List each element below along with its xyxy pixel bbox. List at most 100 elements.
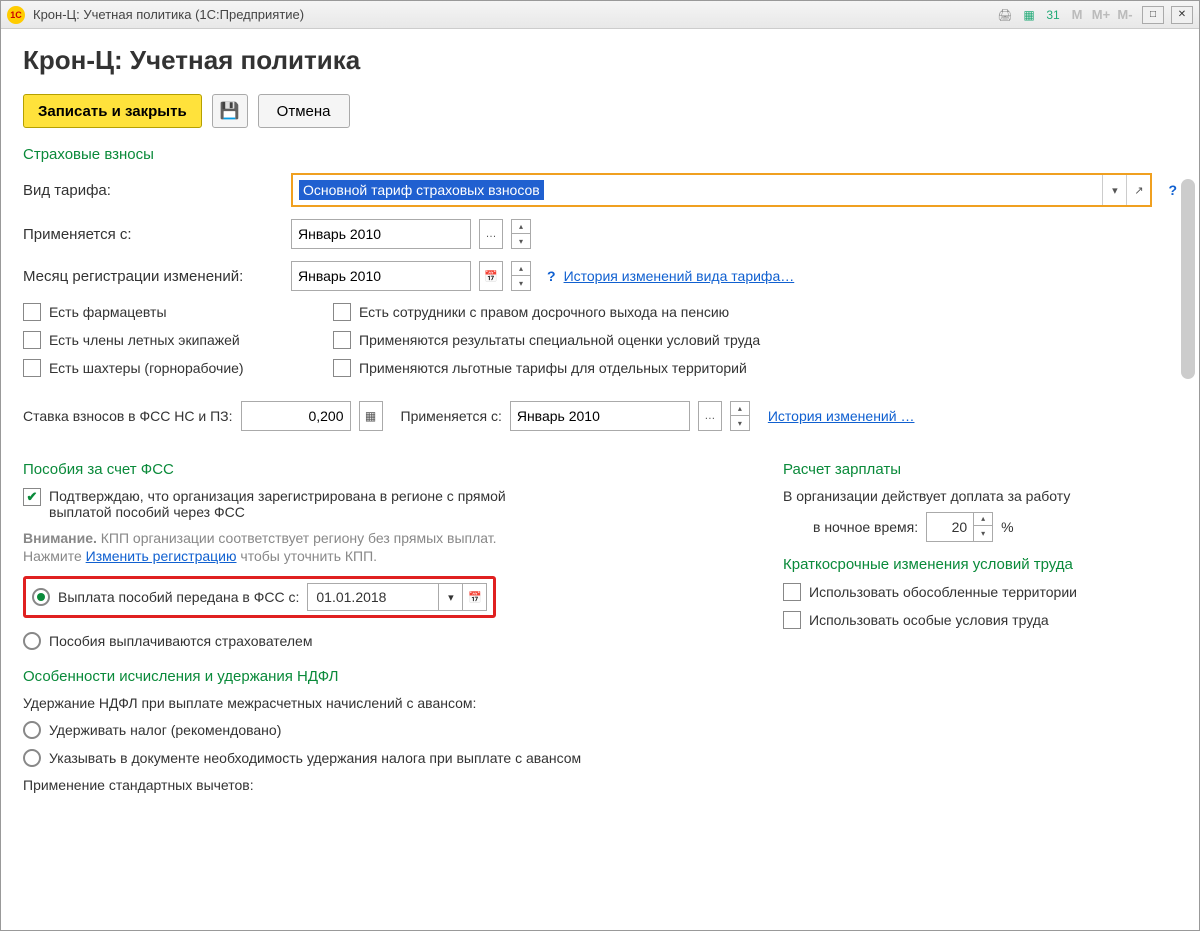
- m-icon[interactable]: M: [1067, 5, 1087, 25]
- warning-line2: Нажмите Изменить регистрацию чтобы уточн…: [23, 548, 743, 564]
- spin-down-icon[interactable]: ▾: [974, 526, 992, 540]
- spin-up-icon[interactable]: ▴: [512, 220, 530, 234]
- cb-miners-label: Есть шахтеры (горнорабочие): [49, 360, 244, 376]
- tariff-dropdown-icon[interactable]: ▾: [1102, 175, 1126, 205]
- cb-flight[interactable]: [23, 331, 41, 349]
- fss-rate-label: Ставка взносов в ФСС НС и ПЗ:: [23, 408, 233, 424]
- window-title: Крон-Ц: Учетная политика (1С:Предприятие…: [33, 7, 995, 22]
- tariff-label: Вид тарифа:: [23, 182, 283, 199]
- calculator-icon[interactable]: ▦: [1019, 5, 1039, 25]
- save-button[interactable]: 💾: [212, 94, 248, 128]
- toolbar: Записать и закрыть 💾 Отмена: [23, 94, 1177, 128]
- ndfl-deductions-label: Применение стандартных вычетов:: [23, 777, 743, 793]
- section-fss: Пособия за счет ФСС: [23, 461, 743, 478]
- change-registration-link[interactable]: Изменить регистрацию: [86, 548, 237, 564]
- tariff-help-icon[interactable]: ?: [1168, 182, 1177, 198]
- cb-spec-cond-label: Использовать особые условия труда: [809, 612, 1049, 628]
- app-window: 1C Крон-Ц: Учетная политика (1С:Предприя…: [0, 0, 1200, 931]
- radio-insurer-label: Пособия выплачиваются страхователем: [49, 633, 312, 649]
- reg-month-calendar-icon[interactable]: 📅: [479, 261, 503, 291]
- night-suffix: %: [1001, 519, 1013, 535]
- save-close-button[interactable]: Записать и закрыть: [23, 94, 202, 128]
- calendar-icon[interactable]: 31: [1043, 5, 1063, 25]
- fss-date-calendar-icon[interactable]: 📅: [462, 584, 486, 610]
- fss-applies-label: Применяется с:: [401, 408, 502, 424]
- fss-applies-ellipsis[interactable]: …: [698, 401, 722, 431]
- cb-sep-terr-label: Использовать обособленные территории: [809, 584, 1077, 600]
- section-short-term: Краткосрочные изменения условий труда: [783, 556, 1163, 573]
- applies-from-ellipsis[interactable]: …: [479, 219, 503, 249]
- ndfl-subtitle: Удержание НДФЛ при выплате межрасчетных …: [23, 695, 743, 711]
- cb-terr[interactable]: [333, 359, 351, 377]
- tariff-value: Основной тариф страховых взносов: [299, 180, 544, 200]
- cb-pharma-label: Есть фармацевты: [49, 304, 167, 320]
- fss-date-dropdown-icon[interactable]: ▾: [438, 584, 462, 610]
- content-area: Крон-Ц: Учетная политика Записать и закр…: [1, 29, 1199, 930]
- tariff-select[interactable]: Основной тариф страховых взносов ▾ ↗: [291, 173, 1152, 207]
- titlebar: 1C Крон-Ц: Учетная политика (1С:Предприя…: [1, 1, 1199, 29]
- m-minus-icon[interactable]: M-: [1115, 5, 1135, 25]
- cb-sep-terr[interactable]: [783, 583, 801, 601]
- radio-insurer[interactable]: [23, 632, 41, 650]
- maximize-button[interactable]: □: [1142, 6, 1164, 24]
- cb-flight-label: Есть члены летных экипажей: [49, 332, 240, 348]
- night-text2: в ночное время:: [813, 519, 918, 535]
- radio-ndfl-doc-label: Указывать в документе необходимость удер…: [49, 750, 581, 766]
- cb-pension-label: Есть сотрудники с правом досрочного выхо…: [359, 304, 729, 320]
- section-salary: Расчет зарплаты: [783, 461, 1163, 478]
- night-value: 20: [927, 519, 973, 535]
- fss-history-link[interactable]: История изменений …: [768, 408, 915, 424]
- applies-from-label: Применяется с:: [23, 226, 283, 243]
- cb-spec-label: Применяются результаты специальной оценк…: [359, 332, 760, 348]
- night-text1: В организации действует доплата за работ…: [783, 488, 1163, 504]
- fss-applies-spinner[interactable]: ▴▾: [730, 401, 750, 431]
- spin-up-icon[interactable]: ▴: [731, 402, 749, 416]
- applies-from-input[interactable]: [291, 219, 471, 249]
- cb-confirm[interactable]: ✔: [23, 488, 41, 506]
- fss-applies-input[interactable]: [510, 401, 690, 431]
- warning-line1: Внимание. КПП организации соответствует …: [23, 530, 743, 546]
- app-logo-icon: 1C: [7, 6, 25, 24]
- page-title: Крон-Ц: Учетная политика: [23, 45, 1177, 76]
- tariff-history-link[interactable]: История изменений вида тарифа…: [564, 268, 795, 284]
- fss-rate-input[interactable]: [241, 401, 351, 431]
- scrollbar[interactable]: [1181, 179, 1195, 920]
- radio-ndfl-rec[interactable]: [23, 721, 41, 739]
- night-value-input[interactable]: 20 ▴▾: [926, 512, 993, 542]
- radio-ndfl-rec-label: Удерживать налог (рекомендовано): [49, 722, 281, 738]
- cb-spec[interactable]: [333, 331, 351, 349]
- spin-down-icon[interactable]: ▾: [731, 416, 749, 430]
- reg-month-label: Месяц регистрации изменений:: [23, 268, 283, 285]
- floppy-icon: 💾: [220, 101, 240, 121]
- fss-date-input[interactable]: 01.01.2018 ▾ 📅: [307, 583, 487, 611]
- fss-transfer-highlight: Выплата пособий передана в ФСС с: 01.01.…: [23, 576, 496, 618]
- applies-from-spinner[interactable]: ▴▾: [511, 219, 531, 249]
- section-ndfl: Особенности исчисления и удержания НДФЛ: [23, 668, 743, 685]
- radio-fss-label: Выплата пособий передана в ФСС с:: [58, 589, 299, 605]
- warning-bold: Внимание.: [23, 530, 97, 546]
- tariff-open-icon[interactable]: ↗: [1126, 175, 1150, 205]
- cb-terr-label: Применяются льготные тарифы для отдельны…: [359, 360, 747, 376]
- fss-rate-calc-icon[interactable]: ▦: [359, 401, 383, 431]
- cb-confirm-label: Подтверждаю, что организация зарегистрир…: [49, 488, 569, 520]
- cb-pharma[interactable]: [23, 303, 41, 321]
- print-icon[interactable]: 🖨: [995, 5, 1015, 25]
- spin-up-icon[interactable]: ▴: [512, 262, 530, 276]
- radio-ndfl-doc[interactable]: [23, 749, 41, 767]
- cb-miners[interactable]: [23, 359, 41, 377]
- section-insurance: Страховые взносы: [23, 146, 1177, 163]
- cb-pension[interactable]: [333, 303, 351, 321]
- reg-month-help-icon[interactable]: ?: [547, 268, 556, 284]
- reg-month-input[interactable]: [291, 261, 471, 291]
- spin-down-icon[interactable]: ▾: [512, 234, 530, 248]
- spin-up-icon[interactable]: ▴: [974, 512, 992, 526]
- m-plus-icon[interactable]: M+: [1091, 5, 1111, 25]
- radio-fss-transfer[interactable]: [32, 588, 50, 606]
- cb-spec-cond[interactable]: [783, 611, 801, 629]
- reg-month-spinner[interactable]: ▴▾: [511, 261, 531, 291]
- cancel-button[interactable]: Отмена: [258, 94, 350, 128]
- fss-date-value: 01.01.2018: [308, 589, 438, 605]
- close-button[interactable]: ✕: [1171, 6, 1193, 24]
- scrollbar-thumb[interactable]: [1181, 179, 1195, 379]
- spin-down-icon[interactable]: ▾: [512, 276, 530, 290]
